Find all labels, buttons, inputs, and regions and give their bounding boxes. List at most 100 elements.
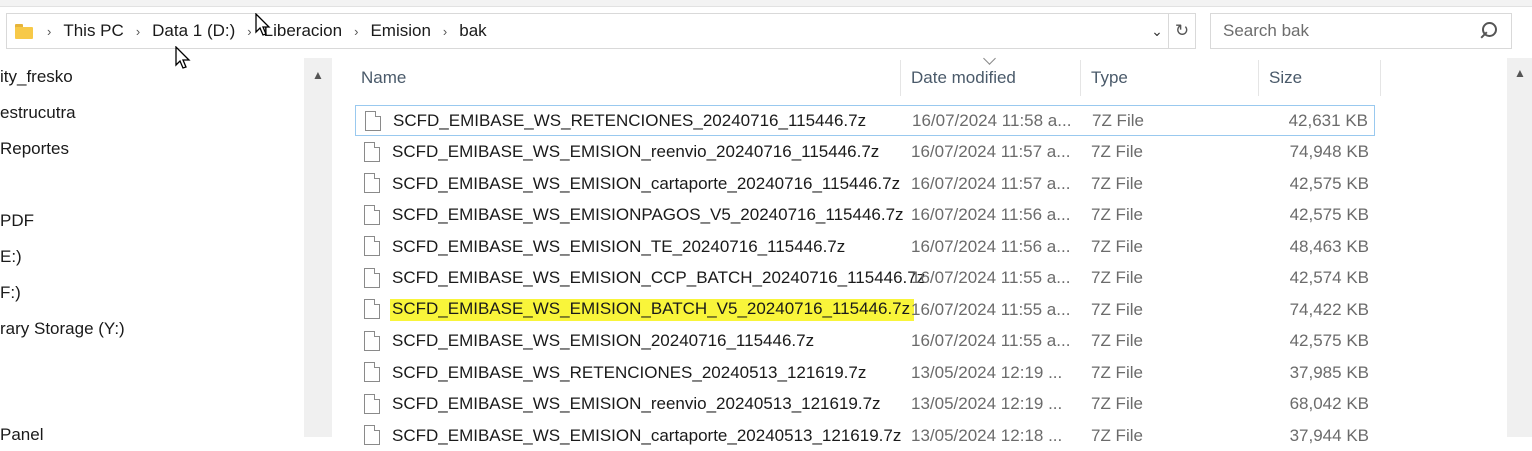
breadcrumb-data1[interactable]: Data 1 (D:): [152, 21, 235, 41]
file-type: 7Z File: [1091, 299, 1143, 319]
file-type: 7Z File: [1091, 173, 1143, 193]
file-name[interactable]: SCFD_EMIBASE_WS_EMISION_20240716_115446.…: [392, 331, 814, 351]
file-date: 13/05/2024 12:18 ...: [911, 425, 1063, 445]
file-type: 7Z File: [1091, 362, 1143, 382]
window-top-edge: [0, 0, 1532, 7]
file-name[interactable]: SCFD_EMIBASE_WS_EMISION_CCP_BATCH_202407…: [392, 268, 925, 288]
breadcrumb-this-pc[interactable]: This PC: [63, 21, 123, 41]
file-name[interactable]: SCFD_EMIBASE_WS_EMISION_reenvio_20240513…: [392, 394, 881, 414]
column-divider[interactable]: [1380, 60, 1381, 96]
file-date: 16/07/2024 11:55 a...: [911, 268, 1071, 287]
column-divider[interactable]: [1080, 60, 1081, 96]
table-row[interactable]: SCFD_EMIBASE_WS_RETENCIONES_20240716_115…: [355, 105, 1375, 136]
file-type: 7Z File: [1091, 394, 1143, 413]
file-size: 42,574 KB: [1289, 268, 1369, 287]
file-name[interactable]: SCFD_EMIBASE_WS_RETENCIONES_20240716_115…: [393, 111, 866, 131]
file-size: 42,575 KB: [1289, 205, 1369, 224]
chevron-down-icon[interactable]: ⌄: [1146, 23, 1168, 40]
file-type: 7Z File: [1091, 331, 1143, 350]
file-date: 16/07/2024 11:55 a...: [911, 299, 1071, 319]
file-size: 42,631 KB: [1288, 110, 1368, 130]
breadcrumb-bak[interactable]: bak: [459, 21, 486, 41]
file-size: 74,948 KB: [1289, 142, 1369, 161]
file-size: 37,944 KB: [1289, 425, 1369, 445]
table-row[interactable]: SCFD_EMIBASE_WS_EMISION_CCP_BATCH_202407…: [355, 263, 1375, 294]
nav-item[interactable]: ity_fresko: [0, 67, 73, 87]
file-type: 7Z File: [1091, 425, 1143, 445]
nav-item[interactable]: estrucutra: [0, 103, 76, 123]
folder-icon: [15, 23, 33, 39]
column-header: Name Date modified Type Size: [350, 58, 1510, 98]
navigation-pane: ity_fresko estrucutra Reportes PDF E:) F…: [0, 58, 332, 444]
table-row[interactable]: SCFD_EMIBASE_WS_EMISION_BATCH_V5_2024071…: [355, 294, 1375, 325]
file-date: 16/07/2024 11:56 a...: [911, 205, 1071, 224]
chevron-right-icon[interactable]: ›: [136, 24, 140, 39]
breadcrumb-liberacion[interactable]: Liberacion: [264, 21, 342, 41]
file-icon: [364, 204, 380, 225]
file-name[interactable]: SCFD_EMIBASE_WS_EMISION_cartaporte_20240…: [392, 426, 901, 446]
address-bar[interactable]: › This PC › Data 1 (D:) › Liberacion › E…: [6, 13, 1196, 49]
nav-scrollbar[interactable]: ▲: [304, 58, 332, 437]
file-name[interactable]: SCFD_EMIBASE_WS_EMISION_TE_20240716_1154…: [392, 237, 845, 257]
chevron-right-icon: ›: [47, 23, 52, 39]
file-type: 7Z File: [1092, 110, 1144, 130]
table-row[interactable]: SCFD_EMIBASE_WS_EMISION_reenvio_20240716…: [355, 137, 1375, 168]
table-row[interactable]: SCFD_EMIBASE_WS_EMISION_cartaporte_20240…: [355, 420, 1375, 451]
file-name[interactable]: SCFD_EMIBASE_WS_EMISION_cartaporte_20240…: [392, 174, 900, 194]
file-name[interactable]: SCFD_EMIBASE_WS_EMISION_reenvio_20240716…: [392, 142, 879, 162]
nav-item[interactable]: Reportes: [0, 139, 69, 159]
file-date: 13/05/2024 12:19 ...: [911, 362, 1063, 382]
mouse-cursor-icon: [175, 46, 191, 69]
chevron-right-icon[interactable]: ›: [247, 24, 251, 39]
nav-item[interactable]: PDF: [0, 211, 34, 231]
table-row[interactable]: SCFD_EMIBASE_WS_EMISION_reenvio_20240513…: [355, 389, 1375, 420]
search-box[interactable]: Search bak: [1210, 13, 1512, 49]
column-date-modified[interactable]: Date modified: [911, 58, 1016, 98]
nav-item[interactable]: F:): [0, 283, 21, 303]
nav-item[interactable]: E:): [0, 247, 22, 267]
file-size: 37,985 KB: [1289, 362, 1369, 382]
column-name[interactable]: Name: [361, 58, 406, 98]
column-divider[interactable]: [900, 60, 901, 96]
table-row[interactable]: SCFD_EMIBASE_WS_EMISION_cartaporte_20240…: [355, 168, 1375, 199]
file-icon: [364, 173, 380, 193]
file-date: 16/07/2024 11:55 a...: [911, 331, 1071, 350]
file-icon: [364, 299, 380, 319]
nav-item[interactable]: Panel: [0, 425, 43, 445]
file-date: 16/07/2024 11:57 a...: [911, 173, 1071, 193]
file-list-scrollbar[interactable]: ▲: [1507, 58, 1532, 437]
file-icon: [364, 236, 380, 256]
file-name[interactable]: SCFD_EMIBASE_WS_RETENCIONES_20240513_121…: [392, 363, 866, 383]
file-icon: [365, 111, 381, 131]
table-row[interactable]: SCFD_EMIBASE_WS_RETENCIONES_20240513_121…: [355, 357, 1375, 388]
breadcrumb-emision[interactable]: Emision: [370, 21, 430, 41]
column-divider[interactable]: [1258, 60, 1259, 96]
search-input[interactable]: Search bak: [1223, 21, 1309, 41]
chevron-right-icon[interactable]: ›: [443, 24, 447, 39]
file-type: 7Z File: [1091, 268, 1143, 287]
refresh-icon[interactable]: ↻: [1168, 14, 1195, 48]
table-row[interactable]: SCFD_EMIBASE_WS_EMISION_TE_20240716_1154…: [355, 231, 1375, 262]
file-icon: [364, 330, 380, 351]
file-size: 42,575 KB: [1289, 173, 1369, 193]
nav-item[interactable]: rary Storage (Y:): [0, 319, 125, 339]
file-name[interactable]: SCFD_EMIBASE_WS_EMISIONPAGOS_V5_20240716…: [392, 205, 904, 225]
table-row[interactable]: SCFD_EMIBASE_WS_EMISION_20240716_115446.…: [355, 326, 1375, 357]
column-size[interactable]: Size: [1269, 58, 1302, 98]
scroll-up-icon[interactable]: ▲: [312, 68, 324, 82]
file-name-highlighted[interactable]: SCFD_EMIBASE_WS_EMISION_BATCH_V5_2024071…: [390, 298, 915, 321]
file-icon: [364, 393, 380, 414]
table-row[interactable]: SCFD_EMIBASE_WS_EMISIONPAGOS_V5_20240716…: [355, 200, 1375, 231]
file-size: 74,422 KB: [1289, 299, 1369, 319]
file-icon: [364, 425, 380, 445]
search-icon[interactable]: [1479, 22, 1497, 40]
file-type: 7Z File: [1091, 205, 1143, 224]
file-date: 13/05/2024 12:19 ...: [911, 394, 1063, 413]
scroll-up-icon[interactable]: ▲: [1514, 66, 1526, 80]
column-type[interactable]: Type: [1091, 58, 1128, 98]
file-type: 7Z File: [1091, 236, 1143, 256]
chevron-right-icon[interactable]: ›: [354, 24, 358, 39]
file-size: 48,463 KB: [1289, 236, 1369, 256]
file-size: 68,042 KB: [1289, 394, 1369, 413]
file-icon: [364, 141, 380, 162]
